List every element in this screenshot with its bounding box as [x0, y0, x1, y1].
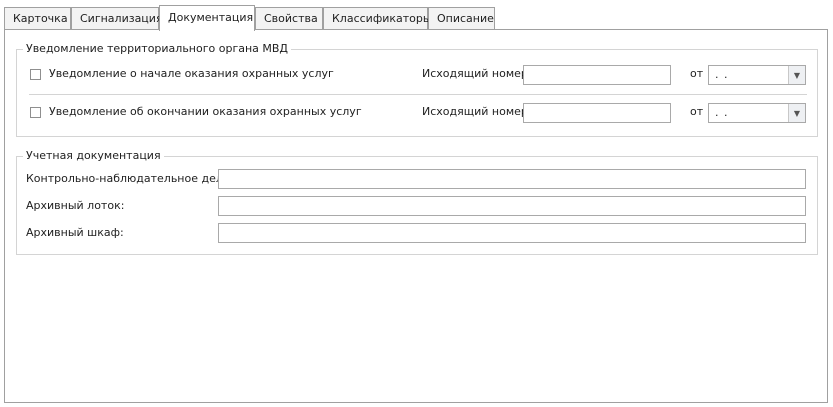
tab-label: Сигнализация: [80, 12, 163, 25]
tab-description[interactable]: Описание: [428, 7, 495, 30]
tab-card[interactable]: Карточка: [4, 7, 71, 30]
tab-label: Карточка: [13, 12, 68, 25]
archive-tray-input[interactable]: [218, 196, 806, 216]
start-number-input[interactable]: [523, 65, 671, 85]
tab-properties[interactable]: Свойства: [255, 7, 323, 30]
tab-label: Свойства: [264, 12, 318, 25]
row-separator: [29, 94, 807, 95]
end-notification-checkbox[interactable]: [30, 107, 41, 118]
start-notification-checkbox[interactable]: [30, 69, 41, 80]
start-date-picker[interactable]: . . ▼: [708, 65, 806, 85]
tab-label: Документация: [168, 11, 254, 24]
tab-signaling[interactable]: Сигнализация: [71, 7, 163, 30]
end-date-value: . .: [715, 106, 729, 119]
start-notification-label: Уведомление о начале оказания охранных у…: [49, 67, 334, 80]
control-case-label: Контрольно-наблюдательное дело:: [26, 172, 234, 185]
tab-classifiers[interactable]: Классификаторы: [323, 7, 432, 30]
start-number-label: Исходящий номер:: [422, 67, 532, 80]
archive-cabinet-input[interactable]: [218, 223, 806, 243]
tab-documentation[interactable]: Документация: [159, 5, 255, 31]
accounting-group-title: Учетная документация: [23, 149, 164, 162]
archive-cabinet-label: Архивный шкаф:: [26, 226, 124, 239]
end-date-picker[interactable]: . . ▼: [708, 103, 806, 123]
tab-label: Описание: [437, 12, 494, 25]
start-date-value: . .: [715, 68, 729, 81]
end-number-label: Исходящий номер:: [422, 105, 532, 118]
notification-group-title: Уведомление территориального органа МВД: [23, 42, 292, 55]
chevron-down-icon[interactable]: ▼: [788, 104, 805, 122]
accounting-group: Учетная документация Контрольно-наблюдат…: [16, 149, 818, 255]
archive-tray-label: Архивный лоток:: [26, 199, 125, 212]
tab-panel-documentation: Уведомление территориального органа МВД …: [4, 29, 828, 403]
start-date-label: от: [690, 67, 704, 80]
end-number-input[interactable]: [523, 103, 671, 123]
control-case-input[interactable]: [218, 169, 806, 189]
tab-label: Классификаторы: [332, 12, 432, 25]
end-date-label: от: [690, 105, 704, 118]
end-notification-label: Уведомление об окончании оказания охранн…: [49, 105, 362, 118]
notification-group: Уведомление территориального органа МВД …: [16, 42, 818, 137]
chevron-down-icon[interactable]: ▼: [788, 66, 805, 84]
